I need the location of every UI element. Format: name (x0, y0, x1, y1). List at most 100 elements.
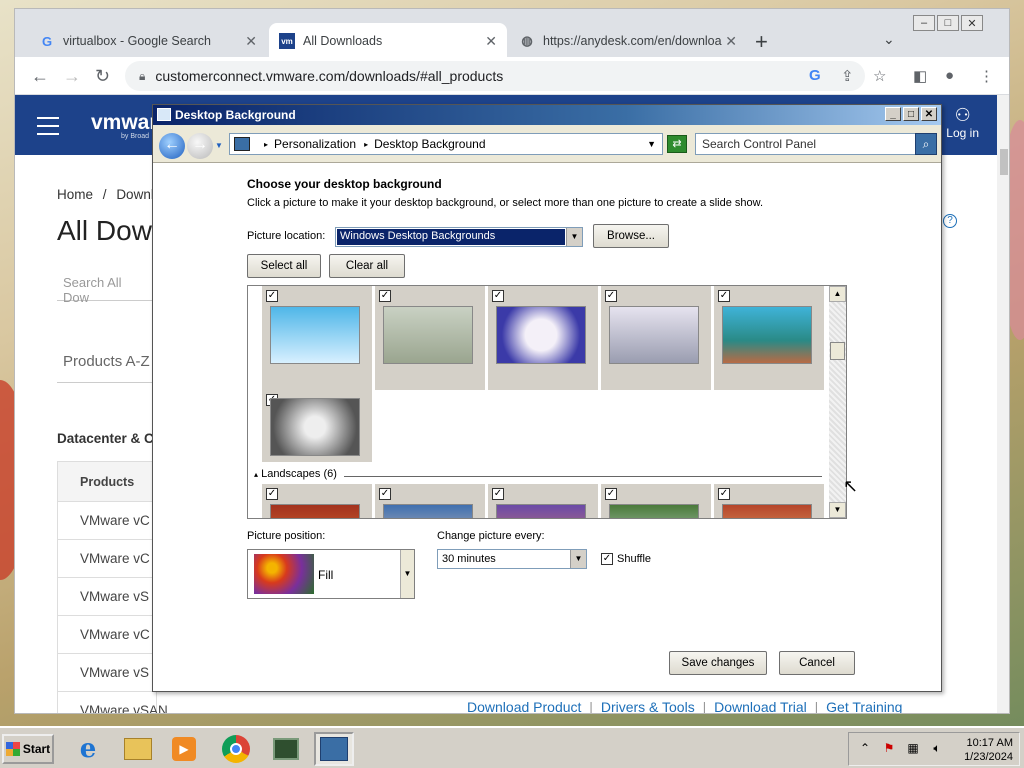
change-every-select[interactable]: 30 minutes ▼ (437, 549, 587, 569)
checkbox-checked[interactable]: ✓ (605, 290, 617, 302)
login-button[interactable]: ⚇ Log in (946, 105, 979, 140)
wallpaper-tile[interactable]: ✓ (262, 286, 372, 390)
minimize-icon[interactable]: – (913, 15, 935, 31)
chevron-down-icon[interactable]: ▼ (400, 550, 414, 598)
history-dropdown-icon[interactable]: ▼ (215, 141, 223, 150)
table-row[interactable]: VMware vC (58, 540, 156, 578)
table-row[interactable]: VMware vSAN (58, 692, 168, 713)
save-changes-button[interactable]: Save changes (669, 651, 767, 675)
wallpaper-tile[interactable]: ✓ (375, 484, 485, 518)
reload-icon[interactable]: ↻ (95, 66, 110, 87)
table-row[interactable]: VMware vC (58, 616, 156, 654)
close-icon[interactable]: ✕ (725, 33, 737, 50)
google-lens-icon[interactable]: G (809, 67, 821, 84)
wallpaper-tile[interactable]: ✓ (262, 390, 372, 462)
drivers-tools-link[interactable]: Drivers & Tools (601, 699, 695, 713)
picture-position-select[interactable]: Fill ▼ (247, 549, 415, 599)
chevron-right-icon[interactable]: ▸ (264, 140, 268, 149)
picture-location-select[interactable]: Windows Desktop Backgrounds ▼ (335, 227, 583, 247)
checkbox-checked[interactable]: ✓ (601, 553, 613, 565)
profile-icon[interactable]: ● (945, 67, 954, 84)
close-icon[interactable]: ✕ (485, 33, 497, 50)
table-row[interactable]: VMware vC (58, 502, 156, 540)
dialog-titlebar[interactable]: Desktop Background _ □ ✕ (153, 105, 941, 125)
media-player-icon[interactable]: ▶ (164, 732, 204, 766)
maximize-icon[interactable]: □ (937, 15, 959, 31)
cancel-button[interactable]: Cancel (779, 651, 855, 675)
get-training-link[interactable]: Get Training (826, 699, 902, 713)
breadcrumb-desktop-background[interactable]: Desktop Background (374, 137, 485, 151)
wallpaper-tile[interactable]: ✓ (714, 286, 824, 390)
download-trial-link[interactable]: Download Trial (714, 699, 807, 713)
close-icon[interactable]: ✕ (961, 15, 983, 31)
chrome-icon[interactable] (216, 732, 256, 766)
new-tab-button[interactable]: + (755, 29, 768, 55)
close-icon[interactable]: ✕ (245, 33, 257, 50)
checkbox-checked[interactable]: ✓ (266, 488, 278, 500)
forward-icon[interactable]: → (187, 133, 213, 159)
tab-all-downloads[interactable]: vm All Downloads ✕ (269, 23, 507, 59)
side-panel-icon[interactable]: ◧ (913, 67, 927, 85)
checkbox-checked[interactable]: ✓ (379, 488, 391, 500)
file-explorer-icon[interactable] (118, 732, 158, 766)
refresh-icon[interactable]: ⇄ (667, 135, 687, 153)
scrollbar-thumb[interactable] (830, 342, 845, 360)
search-all-input[interactable]: Search All Dow (57, 265, 157, 305)
products-az-dropdown[interactable]: Products A-Z (57, 343, 157, 383)
tab-anydesk[interactable]: ◍ https://anydesk.com/en/downloa ✕ (509, 23, 747, 59)
wallpaper-tile[interactable]: ✓ (714, 484, 824, 518)
checkbox-checked[interactable]: ✓ (379, 290, 391, 302)
back-icon[interactable]: ← (159, 133, 185, 159)
close-icon[interactable]: ✕ (921, 107, 937, 121)
download-product-link[interactable]: Download Product (467, 699, 581, 713)
help-icon[interactable]: ? (943, 214, 957, 228)
table-row[interactable]: VMware vS (58, 654, 156, 692)
wallpaper-tile[interactable]: ✓ (601, 484, 711, 518)
wallpaper-tile[interactable]: ✓ (375, 286, 485, 390)
start-button[interactable]: Start (2, 734, 54, 764)
maximize-icon[interactable]: □ (903, 107, 919, 121)
chevron-down-icon[interactable]: ▼ (566, 228, 582, 246)
internet-explorer-icon[interactable]: e (68, 732, 108, 766)
minimize-icon[interactable]: _ (885, 107, 901, 121)
checkbox-checked[interactable]: ✓ (492, 488, 504, 500)
checkbox-checked[interactable]: ✓ (718, 488, 730, 500)
checkbox-checked[interactable]: ✓ (266, 290, 278, 302)
show-hidden-icons-icon[interactable]: ⌃ (857, 741, 873, 757)
action-center-icon[interactable]: ⚑ (881, 741, 897, 757)
bookmark-star-icon[interactable]: ☆ (873, 67, 886, 85)
address-breadcrumb[interactable]: ▸ Personalization ▸ Desktop Background ▼ (229, 133, 663, 155)
tab-search-icon[interactable]: ⌄ (883, 31, 895, 48)
tab-google-search[interactable]: G virtualbox - Google Search ✕ (29, 23, 267, 59)
clear-all-button[interactable]: Clear all (329, 254, 405, 278)
back-icon[interactable]: ← (31, 66, 49, 87)
wallpaper-tile[interactable]: ✓ (262, 484, 372, 518)
wallpaper-tile[interactable]: ✓ (601, 286, 711, 390)
checkbox-checked[interactable]: ✓ (718, 290, 730, 302)
search-control-panel-input[interactable]: Search Control Panel ⌕ (695, 133, 937, 155)
checkbox-checked[interactable]: ✓ (492, 290, 504, 302)
menu-icon[interactable]: ⋮ (979, 67, 994, 85)
scroll-up-icon[interactable]: ▲ (829, 286, 846, 302)
shuffle-checkbox[interactable]: ✓ Shuffle (601, 553, 651, 565)
breadcrumb-home[interactable]: Home (57, 187, 93, 202)
select-all-button[interactable]: Select all (247, 254, 321, 278)
chevron-right-icon[interactable]: ▸ (364, 140, 368, 149)
checkbox-checked[interactable]: ✓ (605, 488, 617, 500)
wallpaper-tile[interactable]: ✓ (488, 484, 598, 518)
breadcrumb-personalization[interactable]: Personalization (274, 137, 356, 151)
control-panel-icon[interactable] (314, 732, 354, 766)
share-icon[interactable]: ⇪ (841, 67, 854, 85)
collapse-icon[interactable]: ▴ (254, 470, 258, 479)
chevron-down-icon[interactable]: ▼ (570, 550, 586, 568)
search-icon[interactable]: ⌕ (915, 133, 937, 155)
task-manager-icon[interactable] (266, 732, 306, 766)
group-header[interactable]: ▴ Landscapes (6) (254, 468, 337, 480)
volume-icon[interactable]: 🔈︎ (929, 741, 945, 757)
hamburger-icon[interactable] (37, 117, 59, 141)
wallpaper-tile[interactable]: ✓ (488, 286, 598, 390)
network-icon[interactable]: ▦ (905, 741, 921, 757)
page-scrollbar[interactable] (997, 95, 1009, 713)
breadcrumb-downloads[interactable]: Downl (116, 187, 154, 202)
table-row[interactable]: VMware vS (58, 578, 156, 616)
